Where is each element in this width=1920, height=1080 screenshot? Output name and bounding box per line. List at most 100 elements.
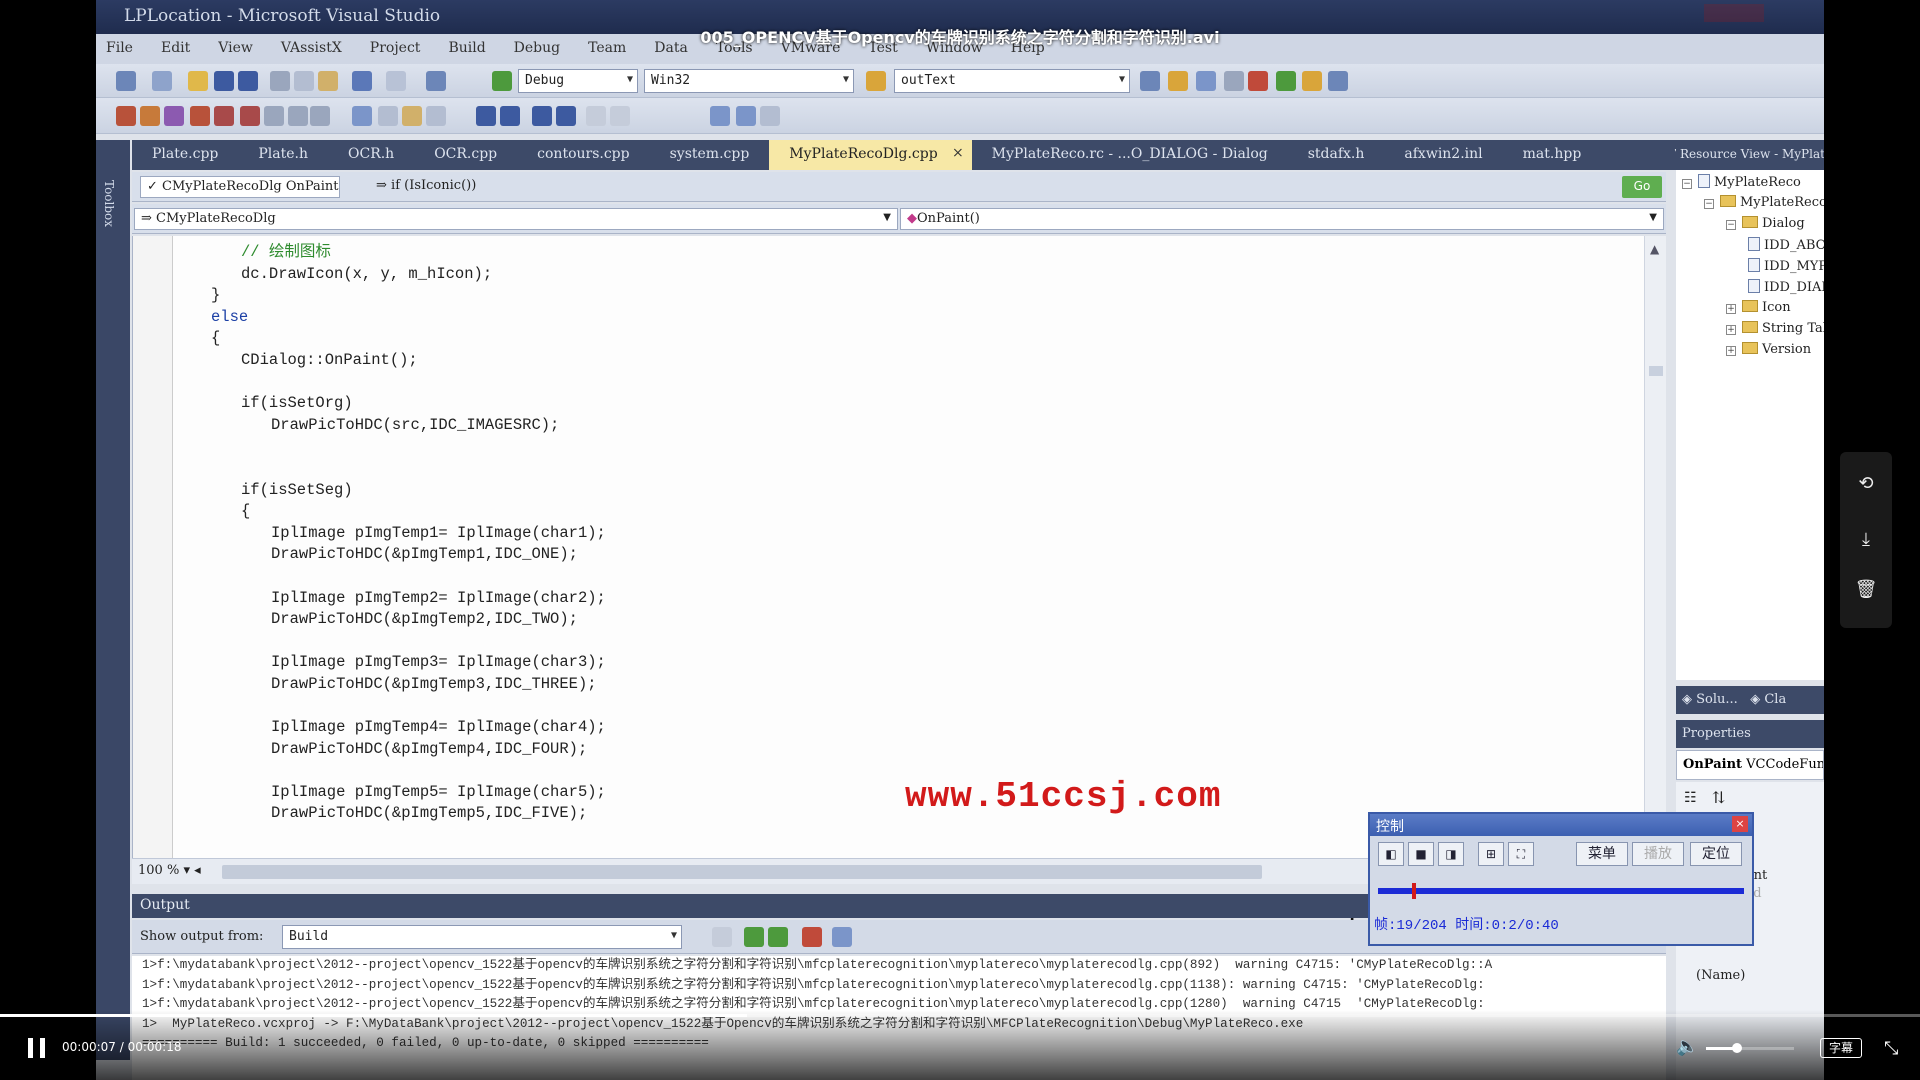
code-line[interactable]: dc.DrawIcon(x, y, m_hIcon); [181, 264, 606, 286]
scroll-up-arrow-icon[interactable]: ▲ [1650, 242, 1659, 256]
go-to-message-icon[interactable] [712, 927, 732, 947]
code-line[interactable]: } [181, 285, 606, 307]
resource-tree-node[interactable]: + Version [1726, 342, 1811, 357]
code-line[interactable] [181, 458, 606, 480]
fullscreen-icon[interactable]: ⛶ [1508, 842, 1534, 866]
outdent-icon[interactable] [476, 106, 496, 126]
resource-tree-node[interactable]: − Dialog [1726, 216, 1805, 231]
next-message-icon[interactable] [768, 927, 788, 947]
step-back-icon[interactable]: ◧ [1378, 842, 1404, 866]
find-in-files-icon[interactable] [1140, 71, 1160, 91]
code-line[interactable]: { [181, 328, 606, 350]
code-line[interactable] [181, 372, 606, 394]
member-combo[interactable]: ◆OnPaint() ▼ [900, 208, 1664, 230]
quick-info-icon[interactable] [310, 106, 330, 126]
video-frame[interactable]: LPLocation - Microsoft Visual Studio Fil… [96, 0, 1824, 1080]
code-line[interactable]: IplImage pImgTemp4= IplImage(char4); [181, 717, 606, 739]
go-button[interactable]: Go [1622, 176, 1662, 198]
scope-field[interactable]: ✓ CMyPlateRecoDlg OnPaint [140, 176, 340, 198]
document-tab[interactable]: afxwin2.inl [1384, 140, 1502, 170]
tab-class-view[interactable]: ◈ Cla [1750, 692, 1786, 707]
stop-icon[interactable]: ■ [1408, 842, 1434, 866]
toolbar-options-icon[interactable] [760, 106, 780, 126]
share-icon[interactable]: ⟲ [1854, 472, 1878, 496]
code-line[interactable] [181, 566, 606, 588]
document-tab[interactable]: OCR.h [328, 140, 414, 170]
resource-tree-node[interactable]: − MyPlateReco [1682, 174, 1801, 190]
class-combo[interactable]: ⇒ CMyPlateRecoDlg ▼ [134, 208, 898, 230]
resource-tree[interactable]: −MyPlateReco −MyPlateReco.rc −Dialog IDD_AB… [1676, 170, 1824, 680]
volume-knob[interactable] [1731, 1043, 1742, 1053]
control-seek-track[interactable] [1378, 883, 1744, 899]
code-line[interactable]: DrawPicToHDC(&pImgTemp5,IDC_FIVE); [181, 803, 606, 825]
resource-tree-node[interactable]: + String Table [1726, 321, 1824, 336]
code-line[interactable]: DrawPicToHDC(&pImgTemp3,IDC_THREE); [181, 674, 606, 696]
complete-word-icon[interactable] [352, 106, 372, 126]
properties-object-selector[interactable]: OnPaint VCCodeFunction [1676, 750, 1824, 780]
locate-button[interactable]: 定位 [1690, 842, 1742, 866]
collapse-icon[interactable]: − [1704, 199, 1714, 209]
clear-bookmarks-icon[interactable] [736, 106, 756, 126]
add-item-icon[interactable] [152, 71, 172, 91]
show-output-from-combo[interactable]: Build ▼ [282, 925, 682, 949]
code-line[interactable]: if(isSetOrg) [181, 393, 606, 415]
volume-slider[interactable] [1706, 1043, 1794, 1053]
document-tab[interactable]: contours.cpp [517, 140, 649, 170]
volume-icon[interactable]: 🔈 [1676, 1036, 1698, 1057]
toolbox-icon[interactable] [1248, 71, 1268, 91]
open-folder-icon[interactable] [188, 71, 208, 91]
rebuild-icon[interactable] [164, 106, 184, 126]
new-project-icon[interactable] [116, 71, 136, 91]
font-size-icon[interactable] [426, 106, 446, 126]
resource-tree-node[interactable]: IDD_ABOUTBOX [1748, 237, 1824, 253]
object-browser-icon[interactable] [1224, 71, 1244, 91]
code-line[interactable] [181, 436, 606, 458]
resource-tree-node[interactable]: − MyPlateReco.rc [1704, 195, 1824, 210]
format-selection-icon[interactable] [402, 106, 422, 126]
paste-icon[interactable] [318, 71, 338, 91]
find-combo[interactable]: outText ▼ [894, 69, 1130, 93]
code-line[interactable]: CDialog::OnPaint(); [181, 350, 606, 372]
comment-icon[interactable] [532, 106, 552, 126]
expand-icon[interactable]: + [1726, 325, 1736, 335]
expand-icon[interactable]: + [1726, 346, 1736, 356]
solution-explorer-icon[interactable] [1168, 71, 1188, 91]
close-icon[interactable]: × [1732, 816, 1748, 832]
next-bookmark-icon[interactable] [710, 106, 730, 126]
menu-button[interactable]: 菜单 [1576, 842, 1628, 866]
document-tab[interactable]: MyPlateReco.rc - ...O_DIALOG - Dialog [972, 140, 1288, 170]
document-tab[interactable]: stdafx.h [1288, 140, 1385, 170]
save-all-icon[interactable] [238, 71, 258, 91]
document-tab[interactable]: Plate.h [238, 140, 328, 170]
property-row[interactable]: (Name) [1696, 968, 1745, 983]
uncomment-icon[interactable] [556, 106, 576, 126]
scrollbar-thumb[interactable] [1649, 366, 1663, 376]
document-tab[interactable]: MyPlateRecoDlg.cpp × [769, 140, 972, 170]
properties-icon[interactable] [1196, 71, 1216, 91]
build-icon[interactable] [140, 106, 160, 126]
extension-manager-icon[interactable] [1302, 71, 1322, 91]
navigate-icon[interactable] [426, 71, 446, 91]
resource-tree-node[interactable]: IDD_MYPLATERECO_DIALOG [1748, 258, 1824, 274]
resource-tree-node[interactable]: IDD_DIALOG1 [1748, 279, 1824, 295]
expand-icon[interactable]: + [1726, 304, 1736, 314]
code-line[interactable]: IplImage pImgTemp5= IplImage(char5); [181, 782, 606, 804]
code-line[interactable] [181, 695, 606, 717]
indent-icon[interactable] [500, 106, 520, 126]
collapse-icon[interactable]: − [1726, 220, 1736, 230]
document-tab[interactable]: mat.hpp [1503, 140, 1602, 170]
tab-solution-explorer[interactable]: ◈ Solu... [1682, 692, 1738, 707]
code-editor[interactable]: // 绘制图标 dc.DrawIcon(x, y, m_hIcon);} else {… [132, 236, 1666, 942]
code-text[interactable]: // 绘制图标 dc.DrawIcon(x, y, m_hIcon);} else {… [181, 242, 606, 825]
alphabetical-sort-icon[interactable]: ⇅ [1712, 788, 1725, 807]
code-line[interactable]: DrawPicToHDC(&pImgTemp2,IDC_TWO); [181, 609, 606, 631]
goto-definition-icon[interactable] [214, 106, 234, 126]
exit-fullscreen-icon[interactable]: ⤡ [1884, 1038, 1898, 1059]
player-progress-bar[interactable] [0, 1014, 1920, 1017]
document-tab[interactable]: Plate.cpp [132, 140, 238, 170]
code-line[interactable]: else [181, 307, 606, 329]
close-tab-icon[interactable]: × [952, 145, 964, 161]
horizontal-scrollbar-thumb[interactable] [222, 865, 1262, 879]
code-line[interactable]: DrawPicToHDC(src,IDC_IMAGESRC); [181, 415, 606, 437]
download-icon[interactable]: ⤓ [1854, 528, 1878, 552]
